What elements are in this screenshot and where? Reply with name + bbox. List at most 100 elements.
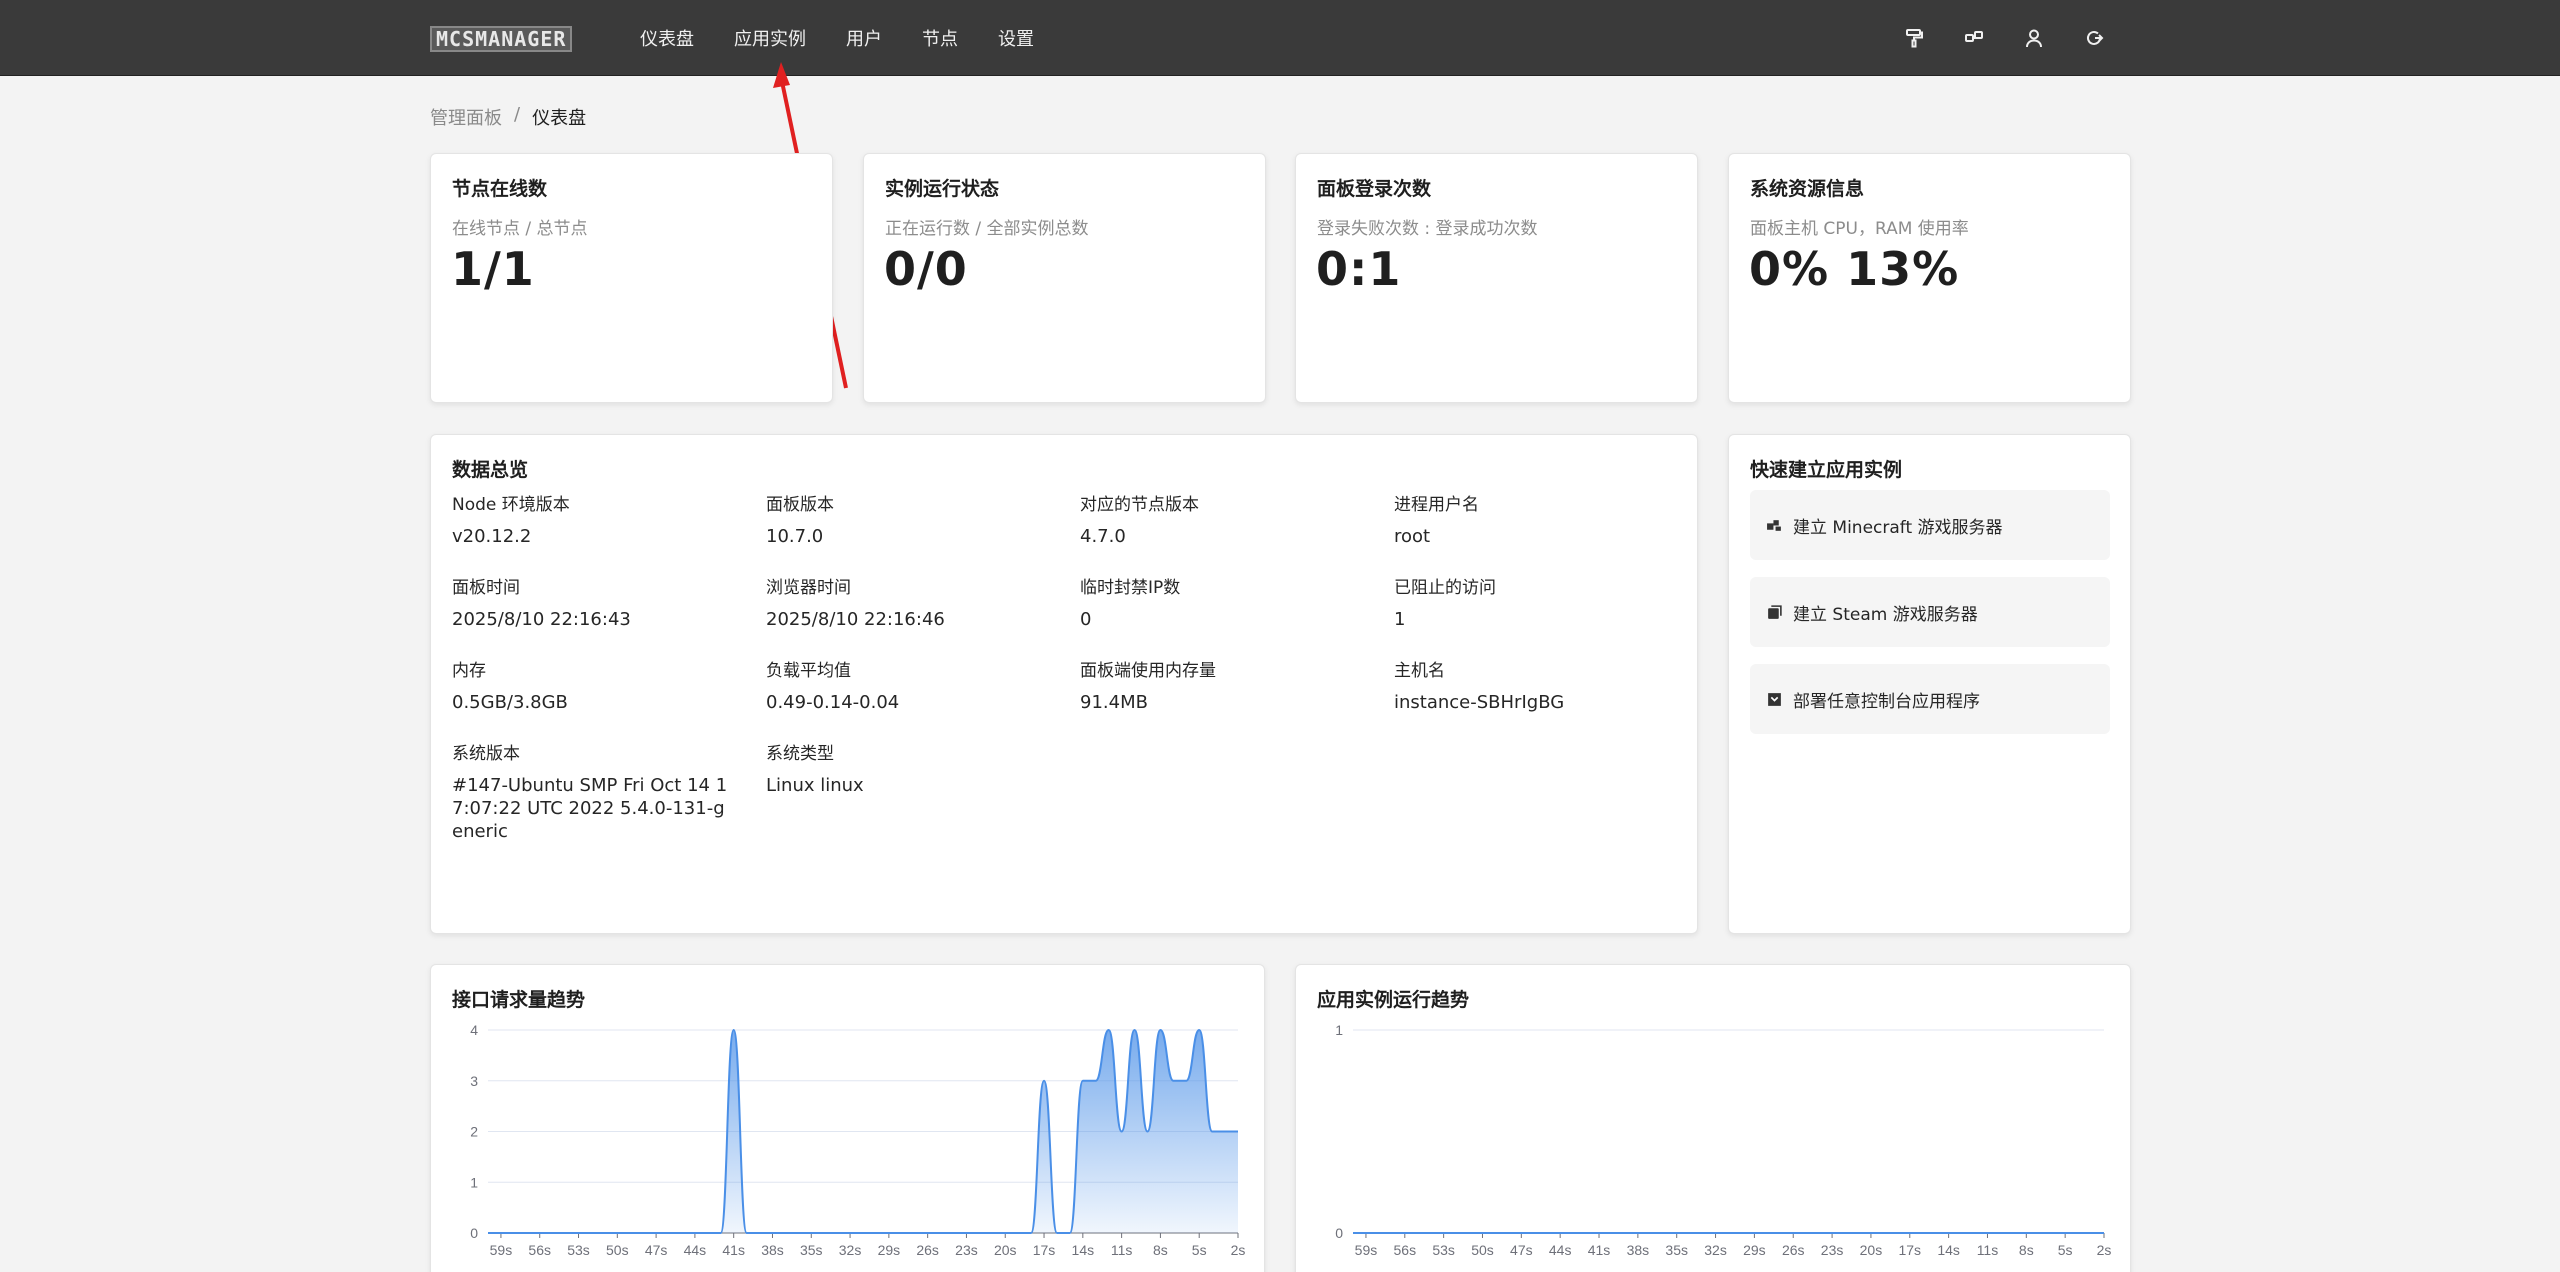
x-tick-label: 17s [1033, 1242, 1056, 1258]
nav-settings[interactable]: 设置 [998, 25, 1034, 51]
overview-item: 对应的节点版本 4.7.0 [1080, 490, 1394, 573]
nav-dashboard[interactable]: 仪表盘 [640, 25, 694, 51]
create-steam-button[interactable]: 建立 Steam 游戏服务器 [1750, 577, 2110, 647]
x-tick-label: 8s [2019, 1242, 2034, 1258]
stat-subtitle: 正在运行数 / 全部实例总数 [885, 219, 1089, 239]
y-tick-label: 1 [1335, 1022, 1343, 1038]
breadcrumb-current: 仪表盘 [532, 108, 587, 129]
stat-subtitle: 在线节点 / 总节点 [452, 219, 588, 239]
deploy-console-app-button[interactable]: 部署任意控制台应用程序 [1750, 664, 2110, 734]
overview-value: #147-Ubuntu SMP Fri Oct 14 17:07:22 UTC … [452, 775, 728, 842]
quick-create-card: 快速建立应用实例 建立 Minecraft 游戏服务器 建立 Steam 游戏服… [1728, 434, 2131, 934]
quick-create-title: 快速建立应用实例 [1750, 459, 1903, 481]
stat-value: 0% 13% [1749, 242, 1960, 296]
overview-label: Node 环境版本 [452, 495, 570, 515]
x-tick-label: 41s [1588, 1242, 1611, 1258]
user-icon[interactable] [2023, 27, 2045, 49]
overview-label: 浏览器时间 [766, 578, 851, 598]
paint-roller-icon[interactable] [1903, 27, 1925, 49]
main-nav: 仪表盘 应用实例 用户 节点 设置 [640, 0, 1074, 76]
overview-label: 对应的节点版本 [1080, 495, 1199, 515]
create-minecraft-button[interactable]: 建立 Minecraft 游戏服务器 [1750, 490, 2110, 560]
x-tick-label: 17s [1898, 1242, 1921, 1258]
nav-users[interactable]: 用户 [846, 25, 882, 51]
y-tick-label: 2 [470, 1124, 478, 1140]
overview-value: instance-SBHrIgBG [1394, 692, 1565, 713]
overview-value: 91.4MB [1080, 692, 1148, 713]
overview-item: 负载平均值 0.49-0.14-0.04 [766, 656, 1080, 739]
instance-trend-chart: 0 1 59s 56s 53s 50s 47s 44s 41s 38s 35s 32s 29s 26s 23… [1335, 1022, 2112, 1258]
y-tick-label: 0 [1335, 1225, 1343, 1241]
x-tick-label: 32s [1704, 1242, 1727, 1258]
stat-title: 实例运行状态 [885, 178, 1000, 200]
overview-title: 数据总览 [452, 459, 529, 481]
y-tick-label: 4 [470, 1022, 478, 1038]
overview-item: 临时封禁IP数 0 [1080, 573, 1394, 656]
overview-value: 2025/8/10 22:16:46 [766, 609, 945, 630]
x-tick-label: 56s [528, 1242, 551, 1258]
x-tick-label: 8s [1153, 1242, 1168, 1258]
x-tick-label: 50s [1471, 1242, 1494, 1258]
overview-item: 已阻止的访问 1 [1394, 573, 1708, 656]
x-tick-label: 2s [2097, 1242, 2112, 1258]
x-tick-label: 32s [839, 1242, 862, 1258]
overview-label: 面板端使用内存量 [1080, 661, 1216, 681]
overview-label: 系统版本 [452, 744, 520, 764]
overview-value: 0.5GB/3.8GB [452, 692, 568, 713]
overview-label: 面板时间 [452, 578, 520, 598]
x-tick-label: 20s [1860, 1242, 1883, 1258]
stat-title: 系统资源信息 [1750, 178, 1865, 200]
x-tick-label: 14s [1937, 1242, 1960, 1258]
x-tick-label: 44s [684, 1242, 707, 1258]
x-tick-label: 53s [567, 1242, 590, 1258]
x-tick-label: 53s [1432, 1242, 1455, 1258]
overview-item: 主机名 instance-SBHrIgBG [1394, 656, 1708, 739]
stat-value: 0/0 [884, 242, 968, 296]
x-tick-label: 14s [1072, 1242, 1095, 1258]
logo[interactable]: MCSMANAGER [430, 26, 573, 52]
overview-value: Linux linux [766, 775, 864, 796]
x-tick-label: 23s [955, 1242, 978, 1258]
breadcrumb-parent[interactable]: 管理面板 [430, 104, 502, 130]
y-tick-label: 1 [470, 1174, 478, 1190]
quick-button-label: 建立 Minecraft 游戏服务器 [1793, 517, 2003, 538]
x-tick-label: 20s [994, 1242, 1017, 1258]
overview-value: 1 [1394, 609, 1406, 630]
x-tick-label: 47s [1510, 1242, 1533, 1258]
nav-nodes[interactable]: 节点 [922, 25, 958, 51]
overview-label: 临时封禁IP数 [1080, 578, 1181, 598]
overview-value: 0 [1080, 609, 1092, 630]
overview-item: 系统类型 Linux linux [766, 739, 1080, 822]
overview-item: 进程用户名 root [1394, 490, 1708, 573]
stat-card-logins: 面板登录次数 登录失败次数 : 登录成功次数 0:1 [1295, 153, 1698, 403]
stat-value: 0:1 [1316, 242, 1402, 296]
quick-button-label: 建立 Steam 游戏服务器 [1793, 604, 1978, 625]
overview-value: 4.7.0 [1080, 526, 1126, 547]
logout-icon[interactable] [2083, 27, 2105, 49]
stat-value: 1/1 [451, 242, 535, 296]
stat-title: 节点在线数 [452, 178, 548, 200]
x-tick-label: 26s [1782, 1242, 1805, 1258]
top-nav-bar: MCSMANAGER 仪表盘 应用实例 用户 节点 设置 [0, 0, 2560, 76]
x-tick-label: 59s [1355, 1242, 1378, 1258]
overview-item: 面板版本 10.7.0 [766, 490, 1080, 573]
layout-icon[interactable] [1963, 27, 1985, 49]
overview-label: 负载平均值 [766, 661, 851, 681]
overview-item: Node 环境版本 v20.12.2 [452, 490, 766, 573]
x-tick-label: 23s [1821, 1242, 1844, 1258]
overview-grid: Node 环境版本 v20.12.2 面板版本 10.7.0 对应的节点版本 4.7.… [452, 490, 1712, 842]
x-tick-label: 59s [490, 1242, 513, 1258]
overview-item: 面板时间 2025/8/10 22:16:43 [452, 573, 766, 656]
overview-value: root [1394, 526, 1431, 547]
x-tick-label: 50s [606, 1242, 629, 1258]
overview-label: 进程用户名 [1394, 495, 1479, 515]
overview-label: 面板版本 [766, 495, 834, 515]
stack-icon [1768, 604, 1782, 619]
y-tick-label: 3 [470, 1073, 478, 1089]
x-tick-label: 47s [645, 1242, 668, 1258]
stat-card-instances: 实例运行状态 正在运行数 / 全部实例总数 0/0 [863, 153, 1266, 403]
y-tick-label: 0 [470, 1225, 478, 1241]
x-tick-label: 26s [916, 1242, 939, 1258]
breadcrumb-separator: / [514, 104, 521, 125]
nav-instances[interactable]: 应用实例 [734, 25, 806, 51]
